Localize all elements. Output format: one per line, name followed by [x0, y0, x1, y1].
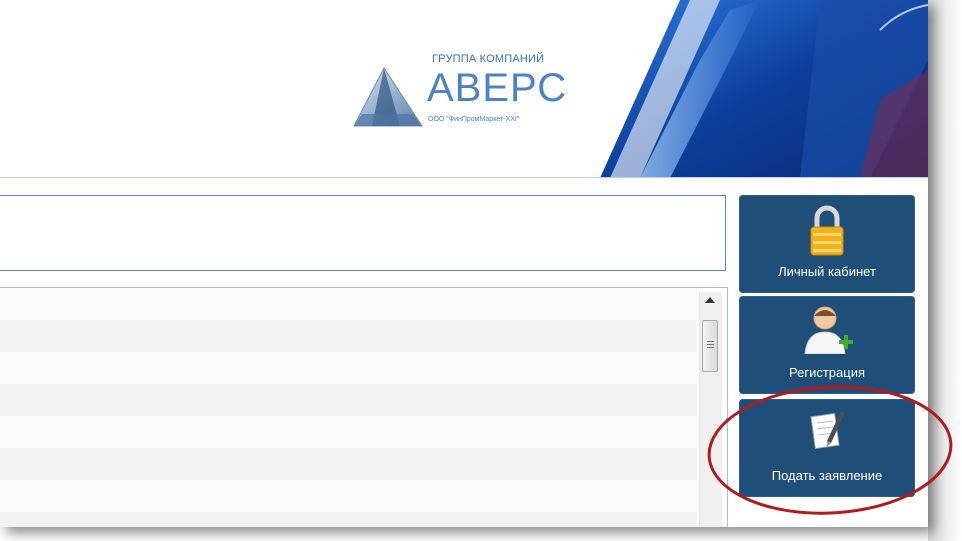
registration-label: Регистрация [789, 365, 865, 380]
document-pen-icon [810, 411, 845, 450]
scroll-up-arrow-icon[interactable] [705, 297, 715, 303]
personal-account-label: Личный кабинет [778, 264, 876, 279]
company-logo: ГРУППА КОМПАНИЙ АВЕРС ООО "ФинПромМаркет… [352, 52, 602, 152]
list-row[interactable] [0, 384, 697, 416]
header-divider [0, 177, 928, 178]
logo-group-label: ГРУППА КОМПАНИЙ [432, 53, 545, 65]
list-row[interactable] [0, 448, 697, 480]
personal-account-button[interactable]: Личный кабинет [739, 195, 915, 293]
scroll-thumb[interactable] [702, 320, 718, 372]
logo-subtitle: ООО "ФинПромМаркет-XXI" [428, 116, 520, 123]
logo-triangle-icon [353, 67, 423, 127]
registration-button[interactable]: Регистрация [739, 296, 915, 394]
lock-icon [810, 205, 844, 256]
list-row[interactable] [0, 288, 697, 320]
thumb-grip-line [707, 341, 714, 342]
list-row[interactable] [0, 352, 697, 384]
site-header: ГРУППА КОМПАНИЙ АВЕРС ООО "ФинПромМаркет… [0, 0, 928, 178]
list-row[interactable] [0, 320, 697, 352]
list-row[interactable] [0, 416, 697, 448]
list-row[interactable] [0, 512, 697, 527]
submit-application-label: Подать заявление [771, 468, 883, 483]
list-row[interactable] [0, 480, 697, 512]
thumb-grip-line [707, 344, 714, 345]
list-panel [0, 287, 728, 527]
page-frame: ГРУППА КОМПАНИЙ АВЕРС ООО "ФинПромМаркет… [0, 0, 928, 527]
logo-company-name: АВЕРС [427, 66, 568, 110]
add-user-icon [804, 306, 853, 354]
list-scrollbar[interactable] [699, 292, 722, 527]
info-panel [0, 195, 726, 271]
thumb-grip-line [707, 347, 714, 348]
page-edge-shadow [928, 0, 962, 541]
submit-application-button[interactable]: Подать заявление [739, 399, 915, 497]
